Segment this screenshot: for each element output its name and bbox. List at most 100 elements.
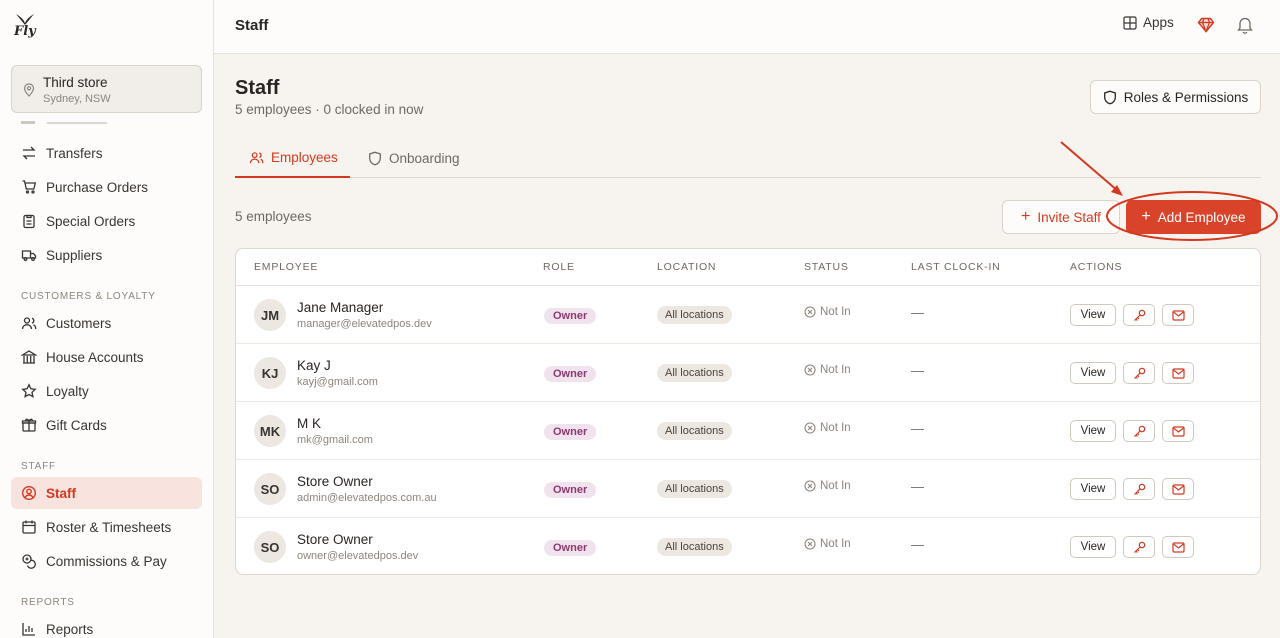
- star-icon: [21, 383, 37, 399]
- sidebar-item-suppliers[interactable]: Suppliers: [11, 239, 202, 271]
- view-button[interactable]: View: [1070, 304, 1116, 326]
- tab-onboarding[interactable]: Onboarding: [368, 138, 460, 178]
- employee-name: Store Owner: [297, 532, 373, 547]
- reset-pin-button[interactable]: [1123, 304, 1155, 326]
- mail-icon: [1171, 425, 1185, 437]
- sidebar-item-label: House Accounts: [46, 349, 144, 365]
- sidebar-item-label: Staff: [46, 485, 76, 501]
- store-selector[interactable]: Third store Sydney, NSW: [11, 65, 202, 113]
- store-name: Third store: [43, 75, 108, 90]
- sidebar-item-house-accounts[interactable]: House Accounts: [11, 341, 202, 373]
- table-row[interactable]: MK M K mk@gmail.com Owner All locations …: [236, 402, 1260, 460]
- email-button[interactable]: [1162, 420, 1194, 442]
- status-text: Not In: [820, 480, 851, 492]
- users-icon: [249, 151, 264, 163]
- sidebar-item-special-orders[interactable]: Special Orders: [11, 205, 202, 237]
- role-badge: Owner: [544, 308, 597, 324]
- status-text: Not In: [820, 422, 851, 434]
- x-circle-icon: [804, 480, 816, 492]
- page-subtitle: 5 employees · 0 clocked in now: [235, 102, 424, 117]
- employee-name: Kay J: [297, 358, 331, 373]
- column-header: STATUS: [804, 261, 849, 273]
- key-icon: [1133, 425, 1145, 437]
- last-clock-in: —: [911, 363, 924, 378]
- bell-icon[interactable]: [1236, 15, 1254, 35]
- status-indicator: Not In: [804, 480, 851, 492]
- employee-email: owner@elevatedpos.dev: [297, 550, 419, 562]
- sidebar-item-clipped: [21, 114, 121, 124]
- view-button[interactable]: View: [1070, 420, 1116, 442]
- email-button[interactable]: [1162, 536, 1194, 558]
- email-button[interactable]: [1162, 304, 1194, 326]
- view-button[interactable]: View: [1070, 478, 1116, 500]
- sidebar-section-staff: STAFF: [21, 461, 56, 472]
- employee-email: kayj@gmail.com: [297, 376, 378, 388]
- tab-employees[interactable]: Employees: [235, 138, 350, 178]
- location-badge: All locations: [657, 480, 732, 498]
- table-row[interactable]: SO Store Owner admin@elevatedpos.com.au …: [236, 460, 1260, 518]
- location-badge: All locations: [657, 422, 732, 440]
- sidebar-item-customers[interactable]: Customers: [11, 307, 202, 339]
- sidebar-item-roster-timesheets[interactable]: Roster & Timesheets: [11, 511, 202, 543]
- column-header: EMPLOYEE: [254, 261, 319, 273]
- sidebar-item-gift-cards[interactable]: Gift Cards: [11, 409, 202, 441]
- sidebar-item-commissions-pay[interactable]: Commissions & Pay: [11, 545, 202, 577]
- roles-permissions-button[interactable]: Roles & Permissions: [1090, 80, 1261, 114]
- gem-icon[interactable]: [1197, 16, 1215, 34]
- shield-icon: [1103, 90, 1116, 104]
- bar-chart-icon: [21, 621, 37, 637]
- email-button[interactable]: [1162, 478, 1194, 500]
- user-circle-icon: [21, 485, 37, 501]
- sidebar-item-label: Purchase Orders: [46, 179, 149, 195]
- calendar-icon: [21, 519, 37, 535]
- sidebar-section-reports: REPORTS: [21, 597, 75, 608]
- key-icon: [1133, 367, 1145, 379]
- plus-icon: +: [1021, 208, 1031, 225]
- building-icon: [21, 349, 37, 365]
- view-button[interactable]: View: [1070, 536, 1116, 558]
- employee-email: mk@gmail.com: [297, 434, 373, 446]
- column-header: LOCATION: [657, 261, 717, 273]
- mail-icon: [1171, 541, 1185, 553]
- role-badge: Owner: [544, 366, 597, 382]
- roles-permissions-label: Roles & Permissions: [1123, 89, 1249, 105]
- sidebar-item-purchase-orders[interactable]: Purchase Orders: [11, 171, 202, 203]
- sidebar-item-label: Special Orders: [46, 213, 136, 229]
- location-pin-icon: [23, 83, 35, 97]
- sidebar-item-label: Reports: [46, 621, 94, 637]
- employee-name: M K: [297, 416, 322, 431]
- sidebar-item-label: Gift Cards: [46, 417, 107, 433]
- column-header: ACTIONS: [1070, 261, 1123, 273]
- shield-icon: [369, 151, 381, 165]
- status-text: Not In: [820, 306, 851, 318]
- sidebar-item-loyalty[interactable]: Loyalty: [11, 375, 202, 407]
- role-badge: Owner: [544, 424, 597, 440]
- table-row[interactable]: SO Store Owner owner@elevatedpos.dev Own…: [236, 518, 1260, 574]
- key-icon: [1133, 483, 1145, 495]
- reset-pin-button[interactable]: [1123, 478, 1155, 500]
- sidebar-item-reports[interactable]: Reports: [11, 613, 202, 638]
- apps-button[interactable]: Apps: [1123, 15, 1174, 30]
- status-text: Not In: [820, 364, 851, 376]
- sidebar-section-customers: CUSTOMERS & LOYALTY: [21, 291, 156, 302]
- table-row[interactable]: KJ Kay J kayj@gmail.com Owner All locati…: [236, 344, 1260, 402]
- reset-pin-button[interactable]: [1123, 536, 1155, 558]
- clipboard-icon: [21, 213, 37, 229]
- employee-name: Store Owner: [297, 474, 373, 489]
- sidebar-item-staff[interactable]: Staff: [11, 477, 202, 509]
- mail-icon: [1171, 483, 1185, 495]
- coins-icon: [21, 553, 37, 569]
- view-button[interactable]: View: [1070, 362, 1116, 384]
- key-icon: [1133, 309, 1145, 321]
- sidebar-item-transfers[interactable]: Transfers: [11, 137, 202, 169]
- key-icon: [1133, 541, 1145, 553]
- transfer-icon: [21, 145, 37, 161]
- avatar: SO: [254, 473, 286, 505]
- email-button[interactable]: [1162, 362, 1194, 384]
- location-badge: All locations: [657, 538, 732, 556]
- avatar: MK: [254, 415, 286, 447]
- sidebar-item-label: Suppliers: [46, 247, 103, 263]
- reset-pin-button[interactable]: [1123, 362, 1155, 384]
- reset-pin-button[interactable]: [1123, 420, 1155, 442]
- table-row[interactable]: JM Jane Manager manager@elevatedpos.dev …: [236, 286, 1260, 344]
